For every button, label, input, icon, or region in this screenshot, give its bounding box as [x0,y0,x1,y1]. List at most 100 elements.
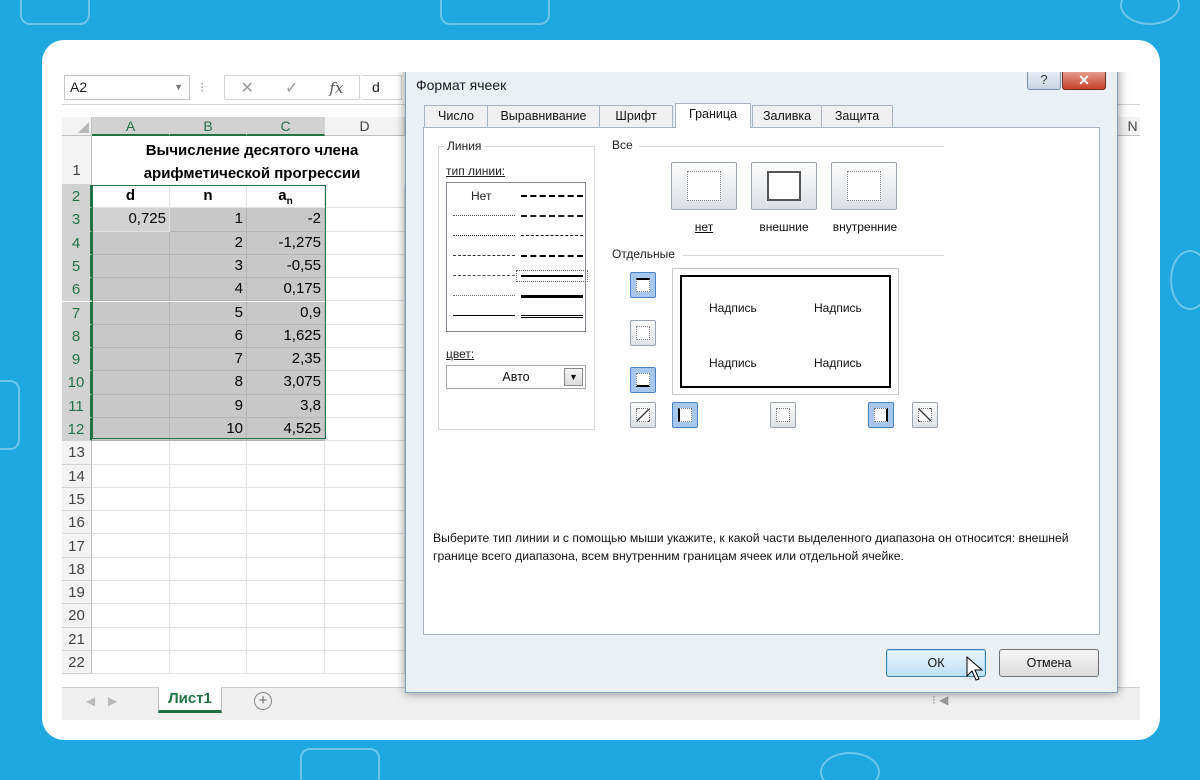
row-header-8[interactable]: 8 [62,324,92,349]
cell[interactable] [325,278,405,302]
row-header-7[interactable]: 7 [62,301,92,325]
chevron-down-icon[interactable]: ▼ [564,368,583,386]
cell[interactable] [92,441,170,465]
cell[interactable] [325,254,405,279]
line-style-option[interactable] [521,235,583,236]
insert-function-icon[interactable]: fx [329,79,343,97]
cell[interactable]: 1,625 [247,324,325,349]
cell[interactable] [92,464,170,488]
cell[interactable] [247,651,325,675]
cell[interactable] [92,534,170,558]
row-header-5[interactable]: 5 [62,254,92,279]
preset-none-button[interactable] [671,162,737,210]
row-header-17[interactable]: 17 [62,534,92,558]
border-diagonal-up-button[interactable] [630,402,656,428]
cell[interactable]: -2 [247,208,325,232]
cell[interactable] [325,185,405,209]
cell[interactable]: 8 [170,371,247,395]
cell[interactable] [170,604,247,628]
cell[interactable] [247,627,325,651]
line-style-none[interactable]: Нет [471,189,491,203]
row-header-10[interactable]: 10 [62,371,92,395]
cell[interactable] [247,487,325,512]
cell[interactable]: 1 [170,208,247,232]
cell[interactable] [92,254,170,279]
row-header-1[interactable]: 1 [62,136,92,185]
cell[interactable] [247,534,325,558]
row-header-4[interactable]: 4 [62,231,92,255]
select-all-corner[interactable] [62,117,92,136]
cell[interactable] [92,301,170,325]
cell[interactable] [170,581,247,605]
cell[interactable] [92,651,170,675]
line-style-list[interactable]: Нет [446,182,588,332]
cell[interactable] [92,418,170,442]
row-header-22[interactable]: 22 [62,651,92,675]
row-header-21[interactable]: 21 [62,627,92,651]
border-middle-vertical-button[interactable] [770,402,796,428]
column-header-d[interactable]: D [325,117,405,136]
cell[interactable] [92,231,170,255]
cell[interactable] [92,627,170,651]
cell[interactable] [325,231,405,255]
cell[interactable] [92,487,170,512]
tab-fill[interactable]: Заливка [752,105,822,127]
tab-number[interactable]: Число [424,105,488,127]
cell[interactable] [170,464,247,488]
cell[interactable] [247,511,325,535]
cell[interactable]: 2 [170,231,247,255]
cell[interactable]: 5 [170,301,247,325]
column-header-c[interactable]: C [247,117,325,136]
row-header-15[interactable]: 15 [62,487,92,512]
cell[interactable] [325,581,405,605]
line-style-option[interactable] [453,255,515,256]
cell[interactable] [92,324,170,349]
next-sheet-icon[interactable]: ▶ [108,694,117,708]
cell[interactable]: 4 [170,278,247,302]
cell[interactable]: 0,9 [247,301,325,325]
cell[interactable] [325,464,405,488]
column-header-b[interactable]: B [170,117,247,136]
border-middle-horizontal-button[interactable] [630,320,656,346]
row-header-14[interactable]: 14 [62,464,92,488]
cell[interactable]: n [170,185,247,209]
line-style-option[interactable] [521,315,583,318]
cell[interactable] [325,371,405,395]
row-header-9[interactable]: 9 [62,348,92,372]
tab-font[interactable]: Шрифт [599,105,673,127]
cell[interactable]: 3,075 [247,371,325,395]
cell[interactable]: 6 [170,324,247,349]
cell[interactable]: d [92,185,170,209]
cell[interactable]: 3 [170,254,247,279]
row-header-18[interactable]: 18 [62,557,92,582]
cell[interactable] [170,487,247,512]
cell[interactable] [325,348,405,372]
cell[interactable] [92,371,170,395]
border-left-button[interactable] [672,402,698,428]
column-header-n[interactable]: N [1118,117,1140,136]
help-button[interactable]: ? [1027,72,1061,90]
color-select[interactable]: Авто ▼ [446,365,586,389]
row-header-16[interactable]: 16 [62,511,92,535]
cell[interactable]: 9 [170,394,247,418]
line-style-option[interactable] [516,270,588,282]
line-style-option[interactable] [453,215,515,216]
cell[interactable]: -0,55 [247,254,325,279]
cell[interactable] [325,511,405,535]
preset-outline-button[interactable] [751,162,817,210]
border-bottom-button[interactable] [630,367,656,393]
preset-inside-button[interactable] [831,162,897,210]
row-header-2[interactable]: 2 [62,185,92,209]
cell[interactable] [92,348,170,372]
name-box[interactable]: A2 ▼ [64,75,190,100]
cell[interactable] [325,441,405,465]
cancel-icon[interactable]: ✕ [241,78,254,98]
cancel-button[interactable]: Отмена [999,649,1099,677]
cell[interactable] [325,557,405,582]
chevron-down-icon[interactable]: ▼ [174,76,183,99]
cell[interactable] [170,441,247,465]
cell[interactable] [247,557,325,582]
line-style-option[interactable] [453,315,515,316]
cell[interactable] [325,534,405,558]
tab-protection[interactable]: Защита [821,105,893,127]
